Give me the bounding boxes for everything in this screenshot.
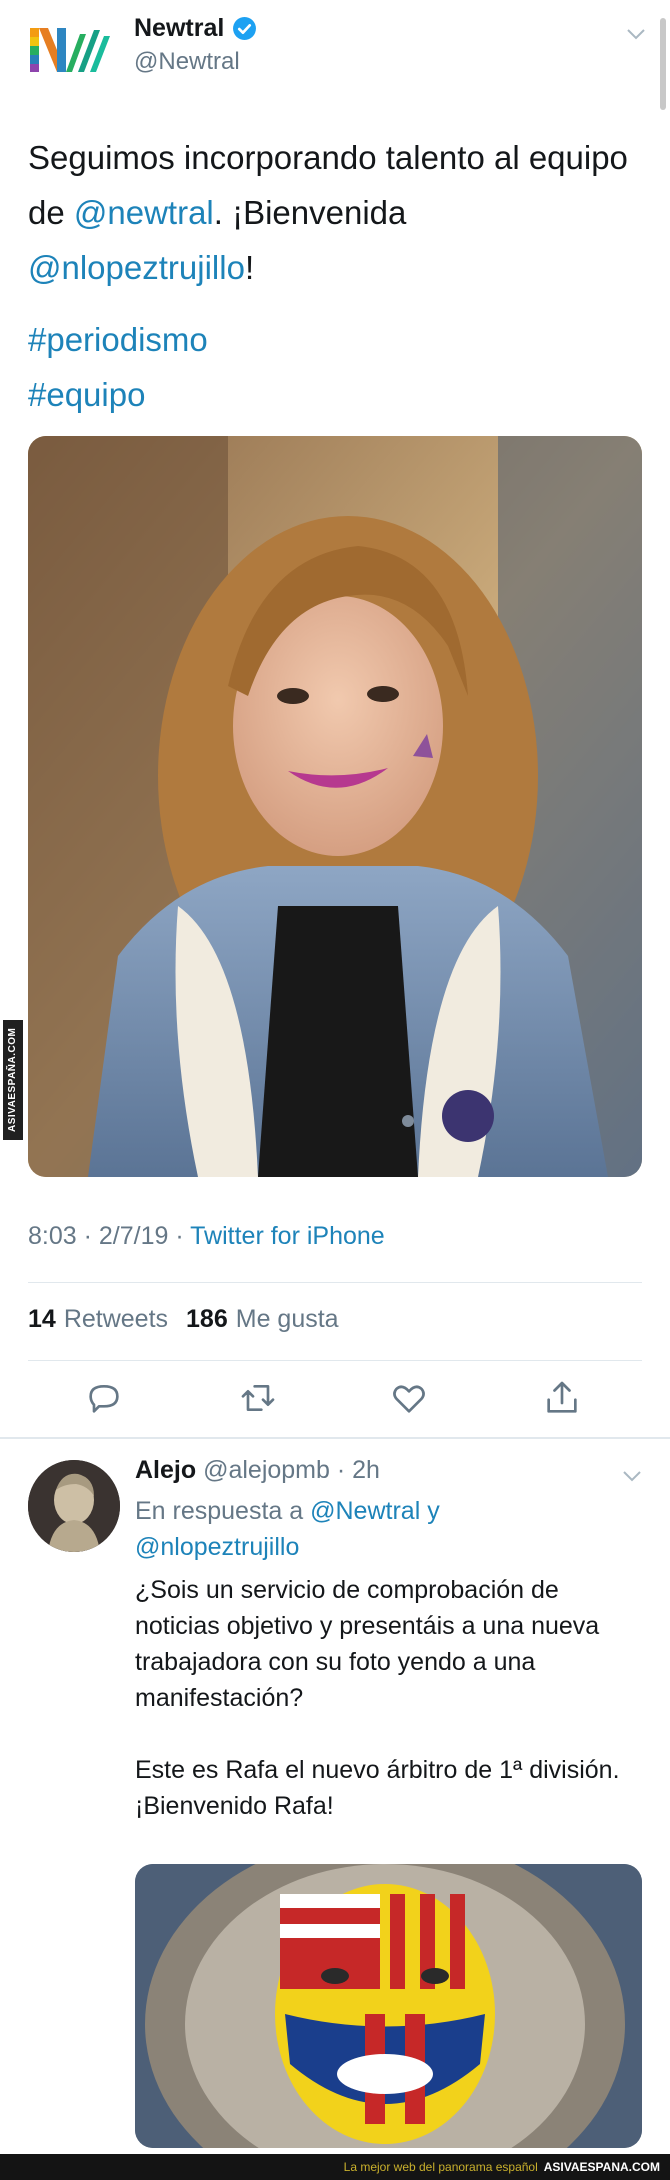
avatar-image (28, 1460, 120, 1552)
tweet-meta: 8:03 · 2/7/19 · Twitter for iPhone (28, 1222, 385, 1251)
retweets-stat[interactable]: 14 Retweets (28, 1305, 168, 1334)
in-reply-to: En respuesta a @Newtral y @nlopeztrujill… (135, 1493, 635, 1565)
hashtag-list: #periodismo #equipo (28, 312, 208, 422)
tweet-text: Seguimos incorporando talento al equipo … (28, 130, 638, 295)
divider (28, 1360, 642, 1361)
tweet-text-part: ! (244, 249, 255, 286)
reply-author-handle[interactable]: @alejopmb (203, 1456, 330, 1484)
tweet-actions (28, 1378, 642, 1424)
likes-stat[interactable]: 186 Me gusta (186, 1305, 339, 1334)
avatar[interactable] (28, 1460, 120, 1552)
reply-paragraph: ¿Sois un servicio de comprobación de not… (135, 1576, 600, 1712)
scrollbar[interactable] (660, 18, 666, 110)
face-paint-illustration (135, 1864, 642, 2148)
tweet-timestamp[interactable]: 8:03 · 2/7/19 · (28, 1222, 190, 1250)
mention-link[interactable]: @nlopeztrujillo (28, 249, 245, 286)
likes-label: Me gusta (235, 1305, 339, 1333)
reply-timestamp[interactable]: · 2h (330, 1456, 380, 1484)
reply-photo[interactable] (135, 1864, 642, 2148)
retweets-count: 14 (28, 1305, 56, 1333)
footer-tagline: La mejor web del panorama español (343, 2160, 538, 2174)
hashtag-link[interactable]: #equipo (28, 367, 208, 422)
tweet-header: Newtral @Newtral (28, 14, 648, 84)
tweet-text-part: . ¡Bienvenida (213, 194, 407, 231)
retweet-icon[interactable] (238, 1378, 278, 1418)
reply-text: ¿Sois un servicio de comprobación de not… (135, 1572, 645, 1824)
in-reply-prefix: En respuesta a (135, 1497, 311, 1525)
share-icon[interactable] (542, 1378, 582, 1418)
author-block[interactable]: Newtral @Newtral (134, 14, 257, 76)
hashtag-link[interactable]: #periodismo (28, 312, 208, 367)
reply-author-name[interactable]: Alejo (135, 1456, 196, 1484)
tweet-source-link[interactable]: Twitter for iPhone (190, 1222, 385, 1250)
mention-link[interactable]: @Newtral (310, 1497, 420, 1525)
chevron-down-icon[interactable] (624, 22, 648, 46)
heart-icon[interactable] (389, 1378, 429, 1418)
tweet-separator (0, 1437, 670, 1439)
side-watermark: ASIVAESPAÑA.COM (3, 1020, 23, 1140)
author-handle[interactable]: @Newtral (134, 48, 257, 76)
chevron-down-icon[interactable] (620, 1464, 644, 1488)
retweets-label: Retweets (63, 1305, 169, 1333)
reply-line: ¡Bienvenido Rafa! (135, 1792, 334, 1820)
reply-header: Alejo @alejopmb · 2h (135, 1456, 380, 1485)
reply-joiner: y (420, 1497, 440, 1525)
tweet-stats: 14 Retweets 186 Me gusta (28, 1305, 339, 1334)
newtral-logo[interactable] (28, 22, 112, 78)
divider (28, 1282, 642, 1283)
reply-icon[interactable] (84, 1378, 124, 1418)
author-name[interactable]: Newtral (134, 14, 224, 43)
reply-line: Este es Rafa el nuevo árbitro de 1ª divi… (135, 1756, 620, 1784)
mention-link[interactable]: @nlopeztrujillo (135, 1533, 299, 1561)
likes-count: 186 (186, 1305, 228, 1333)
mention-link[interactable]: @newtral (74, 194, 214, 231)
footer-brand[interactable]: ASIVAESPANA.COM (544, 2160, 660, 2174)
verified-badge-icon (233, 17, 257, 40)
reply-paragraph: Este es Rafa el nuevo árbitro de 1ª divi… (135, 1752, 645, 1824)
footer-watermark: La mejor web del panorama español ASIVAE… (0, 2154, 670, 2180)
portrait-illustration (28, 436, 642, 1177)
tweet-photo[interactable] (28, 436, 642, 1177)
